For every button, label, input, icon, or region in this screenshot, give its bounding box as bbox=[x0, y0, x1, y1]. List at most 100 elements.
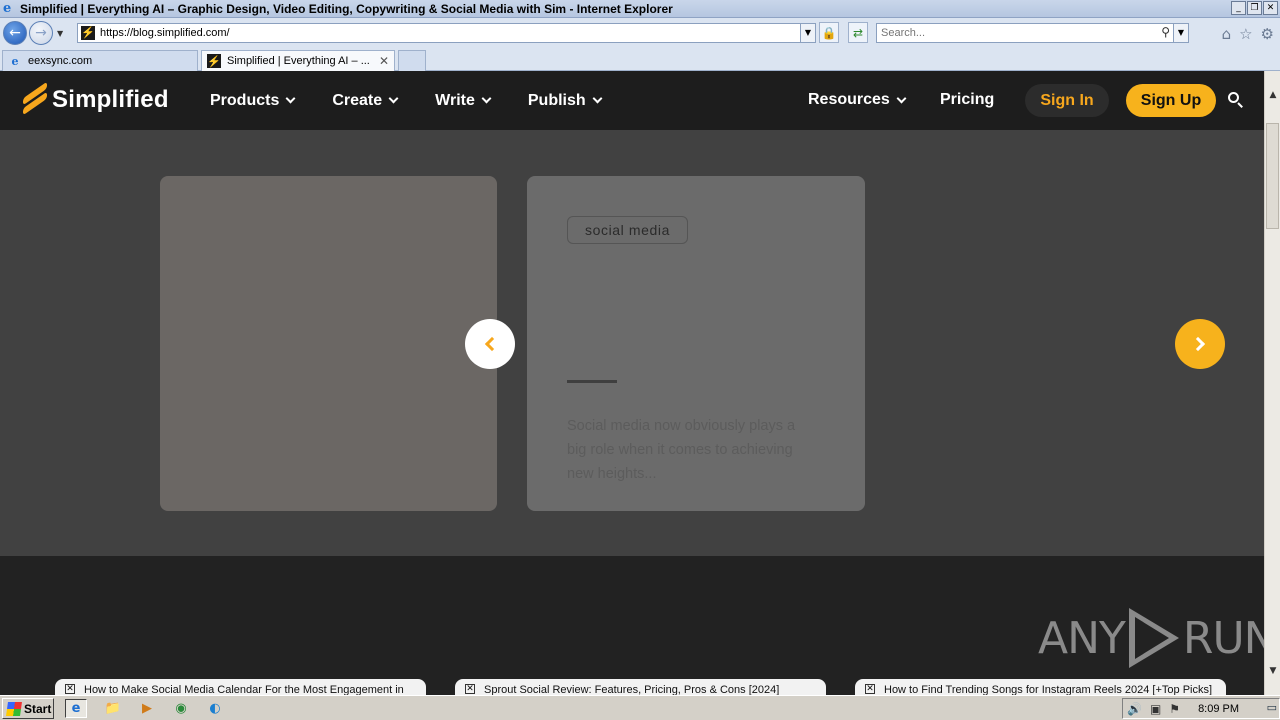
carousel-next-button[interactable] bbox=[1175, 319, 1225, 369]
close-button[interactable]: ✕ bbox=[1263, 1, 1278, 15]
recent-pages-dropdown-icon[interactable]: ▼ bbox=[57, 29, 63, 38]
close-icon[interactable]: ✕ bbox=[865, 684, 875, 694]
nav-publish[interactable]: Publish bbox=[527, 91, 603, 110]
article-preview-popup[interactable]: ✕ How to Make Social Media Calendar For … bbox=[55, 679, 426, 695]
network-icon[interactable]: ▣ bbox=[1150, 702, 1161, 716]
tab-close-icon[interactable]: ✕ bbox=[379, 54, 389, 68]
search-icon[interactable] bbox=[1228, 92, 1244, 108]
ie-icon: e bbox=[3, 0, 12, 16]
tab-simplified[interactable]: ⚡ Simplified | Everything AI – ... ✕ bbox=[201, 50, 395, 71]
windows-logo-icon bbox=[6, 701, 22, 716]
scroll-down-icon[interactable]: ▼ bbox=[1265, 663, 1280, 679]
gear-icon[interactable]: ⚙ bbox=[1261, 25, 1274, 43]
start-button[interactable]: Start bbox=[2, 698, 54, 719]
card-divider bbox=[567, 380, 617, 383]
search-input[interactable] bbox=[881, 27, 1151, 39]
category-tag[interactable]: social media bbox=[567, 216, 689, 244]
clock[interactable]: 8:09 PM bbox=[1198, 703, 1239, 715]
start-label: Start bbox=[24, 701, 52, 716]
address-dropdown-icon[interactable]: ▼ bbox=[800, 24, 815, 42]
ie-icon[interactable]: e bbox=[65, 699, 87, 718]
blog-card-image-placeholder[interactable] bbox=[160, 176, 497, 511]
window-title: Simplified | Everything AI – Graphic Des… bbox=[20, 1, 673, 16]
nav-write[interactable]: Write bbox=[435, 91, 492, 110]
search-icon[interactable]: ⚲ bbox=[1161, 25, 1170, 39]
simplified-logo[interactable]: Simplified bbox=[22, 81, 169, 116]
main-nav: Products Create Write Publish bbox=[210, 71, 639, 130]
sign-in-button[interactable]: Sign In bbox=[1025, 84, 1109, 117]
tab-label: Simplified | Everything AI – ... bbox=[227, 55, 370, 67]
simplified-favicon: ⚡ bbox=[81, 26, 95, 40]
toolbar-icons: ⌂ ☆ ⚙ bbox=[1222, 25, 1274, 43]
search-dropdown-icon[interactable]: ▼ bbox=[1173, 24, 1188, 42]
window-controls: _ ❐ ✕ bbox=[1231, 1, 1278, 15]
address-bar[interactable]: ⚡ https://blog.simplified.com/ ▼ bbox=[77, 23, 816, 43]
favorites-star-icon[interactable]: ☆ bbox=[1239, 25, 1252, 43]
dark-section: ANY RUN ✕ How to Make Social Media Calen… bbox=[0, 556, 1264, 695]
volume-icon[interactable]: 🔊 bbox=[1127, 702, 1142, 716]
article-preview-popup[interactable]: ✕ How to Find Trending Songs for Instagr… bbox=[855, 679, 1226, 695]
chevron-down-icon bbox=[481, 93, 492, 104]
chrome-icon[interactable]: ◉ bbox=[170, 699, 192, 718]
site-header: Simplified Products Create Write Publish… bbox=[0, 71, 1264, 130]
chevron-down-icon bbox=[592, 93, 603, 104]
nav-label: Products bbox=[210, 91, 280, 109]
watermark-right: RUN bbox=[1182, 612, 1264, 664]
search-box[interactable]: ⚲ ▼ bbox=[876, 23, 1189, 43]
edge-icon[interactable]: ◐ bbox=[204, 699, 226, 718]
chevron-down-icon bbox=[896, 93, 907, 103]
blog-card[interactable]: social media Social media now obviously … bbox=[527, 176, 865, 511]
vertical-scrollbar[interactable]: ▲ ▼ bbox=[1264, 71, 1280, 695]
scroll-up-icon[interactable]: ▲ bbox=[1265, 87, 1280, 103]
address-toolbar: ← → ▼ ⚡ https://blog.simplified.com/ ▼ 🔒… bbox=[0, 18, 1280, 48]
chevron-down-icon bbox=[388, 93, 399, 104]
popup-text: How to Find Trending Songs for Instagram… bbox=[884, 684, 1213, 695]
nav-label: Resources bbox=[808, 91, 890, 108]
nav-resources[interactable]: Resources bbox=[808, 91, 907, 109]
chevron-left-icon bbox=[484, 336, 500, 352]
tab-label: eexsync.com bbox=[28, 55, 93, 67]
window-titlebar: e Simplified | Everything AI – Graphic D… bbox=[0, 0, 1280, 18]
tab-strip: e eexsync.com ⚡ Simplified | Everything … bbox=[0, 48, 1280, 71]
minimize-button[interactable]: _ bbox=[1231, 1, 1246, 15]
carousel-prev-button[interactable] bbox=[465, 319, 515, 369]
action-center-flag-icon[interactable]: ⚑ bbox=[1169, 702, 1180, 716]
tab-eexsync[interactable]: e eexsync.com bbox=[2, 50, 198, 71]
page-viewport: Simplified Products Create Write Publish… bbox=[0, 71, 1264, 695]
article-preview-popup[interactable]: ✕ Sprout Social Review: Features, Pricin… bbox=[455, 679, 826, 695]
new-tab-button[interactable] bbox=[398, 50, 426, 71]
media-player-icon[interactable]: ▶ bbox=[136, 699, 158, 718]
nav-label: Write bbox=[435, 91, 475, 109]
nav-products[interactable]: Products bbox=[210, 91, 296, 110]
play-icon bbox=[1128, 608, 1179, 668]
taskbar: Start e 📁 ▶ ◉ ◐ 🔊 ▣ ⚑ 8:09 PM ▭ bbox=[0, 695, 1280, 720]
chevron-right-icon bbox=[1190, 336, 1206, 352]
system-tray: 🔊 ▣ ⚑ 8:09 PM ▭ bbox=[1122, 698, 1280, 719]
simplified-logo-icon bbox=[22, 81, 48, 116]
nav-create[interactable]: Create bbox=[332, 91, 399, 110]
show-desktop-icon[interactable]: ▭ bbox=[1267, 701, 1277, 714]
home-icon[interactable]: ⌂ bbox=[1222, 25, 1232, 43]
url-text[interactable]: https://blog.simplified.com/ bbox=[100, 27, 230, 39]
ie-icon: e bbox=[11, 54, 19, 68]
nav-pricing[interactable]: Pricing bbox=[940, 91, 994, 109]
sign-up-button[interactable]: Sign Up bbox=[1126, 84, 1216, 117]
close-icon[interactable]: ✕ bbox=[65, 684, 75, 694]
nav-label: Publish bbox=[527, 91, 586, 109]
lock-icon[interactable]: 🔒 bbox=[819, 22, 839, 43]
chevron-down-icon bbox=[285, 93, 296, 104]
simplified-favicon: ⚡ bbox=[207, 54, 221, 68]
restore-button[interactable]: ❐ bbox=[1247, 1, 1262, 15]
refresh-icon[interactable]: ⇄ bbox=[848, 22, 868, 43]
close-icon[interactable]: ✕ bbox=[465, 684, 475, 694]
folder-icon[interactable]: 📁 bbox=[102, 699, 124, 718]
watermark-left: ANY bbox=[1038, 612, 1126, 664]
popup-text: How to Make Social Media Calendar For th… bbox=[84, 684, 404, 695]
forward-button[interactable]: → bbox=[29, 21, 53, 45]
brand-name: Simplified bbox=[52, 86, 169, 113]
back-button[interactable]: ← bbox=[3, 21, 27, 45]
scroll-thumb[interactable] bbox=[1266, 123, 1279, 229]
nav-label: Create bbox=[332, 91, 383, 109]
card-excerpt: Social media now obviously plays a big r… bbox=[567, 418, 796, 482]
anyrun-watermark: ANY RUN bbox=[1038, 608, 1264, 668]
